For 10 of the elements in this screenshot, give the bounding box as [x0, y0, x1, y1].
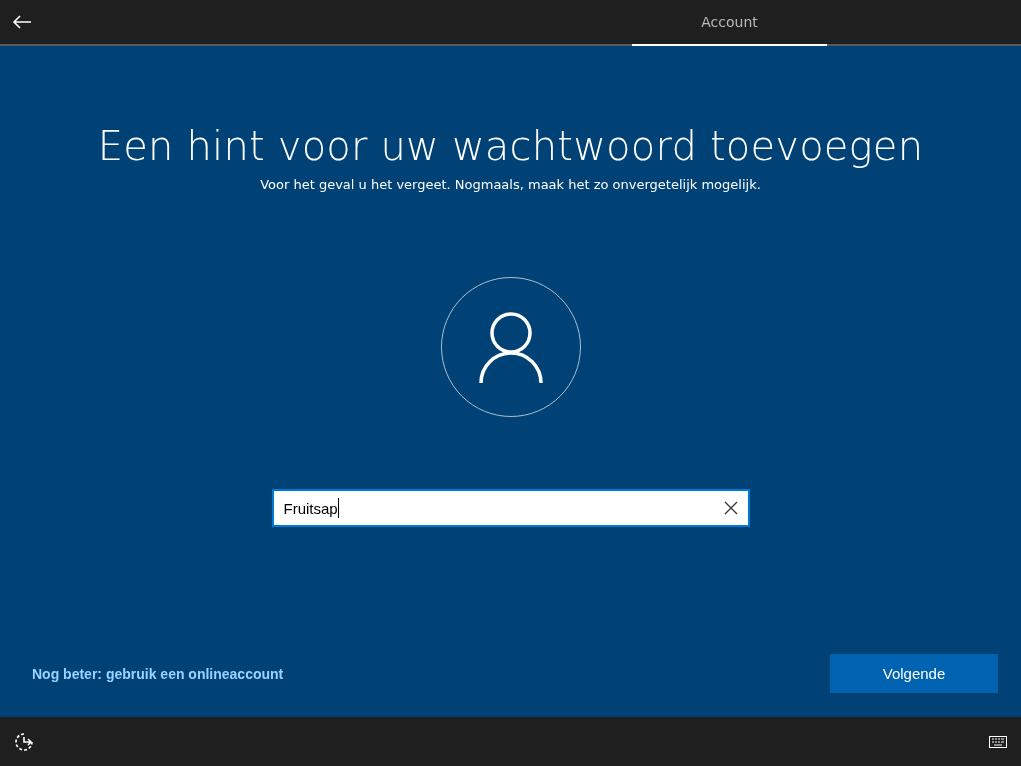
online-account-link[interactable]: Nog beter: gebruik een onlineaccount	[32, 665, 284, 682]
back-arrow-icon	[12, 14, 32, 30]
accessibility-icon[interactable]	[14, 731, 34, 752]
page-subheading: Voor het geval u het vergeet. Nogmaals, maak het zo onvergetelijk mogelijk.	[260, 177, 761, 192]
page-heading: Een hint voor uw wachtwoord toevoegen	[97, 123, 924, 169]
keyboard-icon[interactable]	[989, 735, 1007, 748]
next-button[interactable]: Volgende	[830, 654, 998, 693]
step-tab[interactable]: Account	[632, 0, 827, 46]
hint-input-field[interactable]: Fruitsap	[271, 489, 750, 527]
user-silhouette-icon	[477, 311, 544, 383]
